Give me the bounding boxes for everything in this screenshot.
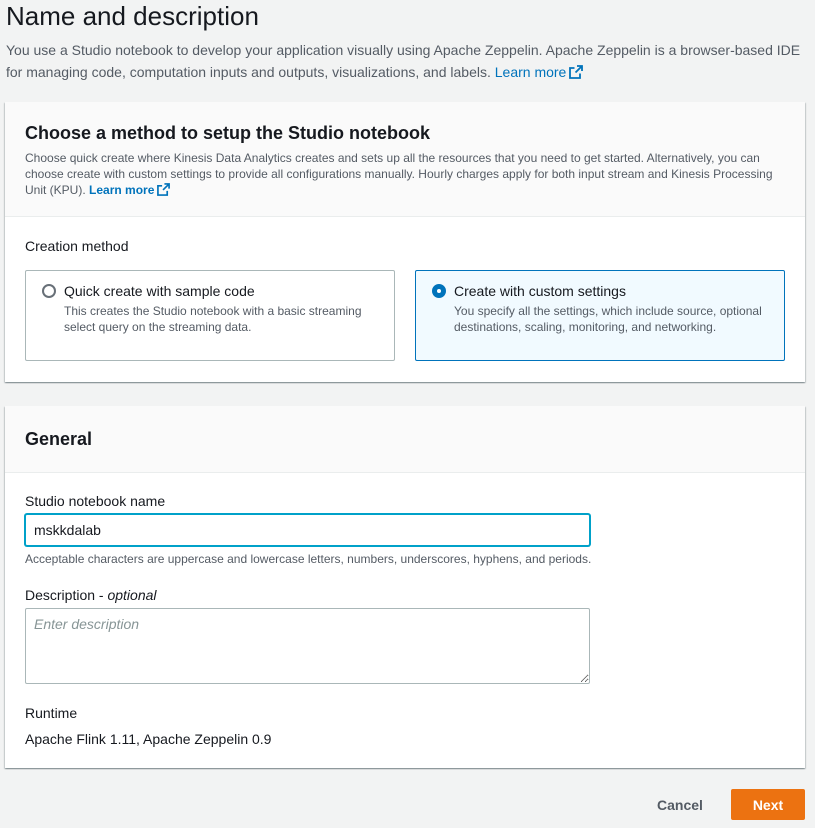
quick-create-radio[interactable]	[42, 284, 56, 298]
creation-method-card-description: Choose quick create where Kinesis Data A…	[25, 150, 785, 198]
page-description-text: You use a Studio notebook to develop you…	[6, 42, 801, 80]
page-title: Name and description	[6, 1, 259, 31]
method-learn-more-label: Learn more	[89, 183, 155, 197]
quick-create-title: Quick create with sample code	[64, 283, 255, 299]
notebook-name-hint: Acceptable characters are uppercase and …	[25, 552, 592, 566]
method-learn-more-link[interactable]: Learn more	[89, 183, 171, 197]
runtime-label: Runtime	[25, 705, 78, 721]
external-link-icon	[157, 183, 171, 196]
cancel-button[interactable]: Cancel	[640, 789, 720, 821]
custom-settings-radio[interactable]	[432, 284, 446, 298]
page-description: You use a Studio notebook to develop you…	[6, 39, 811, 83]
notebook-name-input[interactable]	[25, 514, 590, 546]
general-card: General Studio notebook name Acceptable …	[5, 406, 805, 768]
quick-create-option[interactable]: Quick create with sample code This creat…	[25, 270, 395, 361]
description-label-text: Description -	[25, 587, 108, 603]
description-textarea[interactable]	[25, 608, 590, 684]
custom-settings-description: You specify all the settings, which incl…	[454, 304, 762, 334]
description-optional-text: optional	[107, 587, 157, 603]
external-link-icon	[569, 65, 584, 79]
learn-more-label: Learn more	[494, 64, 567, 80]
notebook-name-label: Studio notebook name	[25, 493, 166, 509]
creation-method-card-title: Choose a method to setup the Studio note…	[25, 123, 430, 143]
creation-method-card-header: Choose a method to setup the Studio note…	[5, 102, 805, 217]
general-card-header: General	[5, 406, 805, 473]
custom-settings-option[interactable]: Create with custom settings You specify …	[415, 270, 785, 361]
quick-create-description: This creates the Studio notebook with a …	[64, 304, 362, 334]
creation-method-card: Choose a method to setup the Studio note…	[5, 102, 805, 382]
learn-more-link[interactable]: Learn more	[495, 64, 584, 80]
custom-settings-title: Create with custom settings	[454, 283, 626, 299]
description-label: Description - optional	[25, 586, 157, 604]
runtime-value: Apache Flink 1.11, Apache Zeppelin 0.9	[25, 731, 272, 747]
next-button[interactable]: Next	[731, 789, 805, 820]
general-card-title: General	[25, 429, 93, 449]
creation-method-label: Creation method	[25, 238, 129, 254]
